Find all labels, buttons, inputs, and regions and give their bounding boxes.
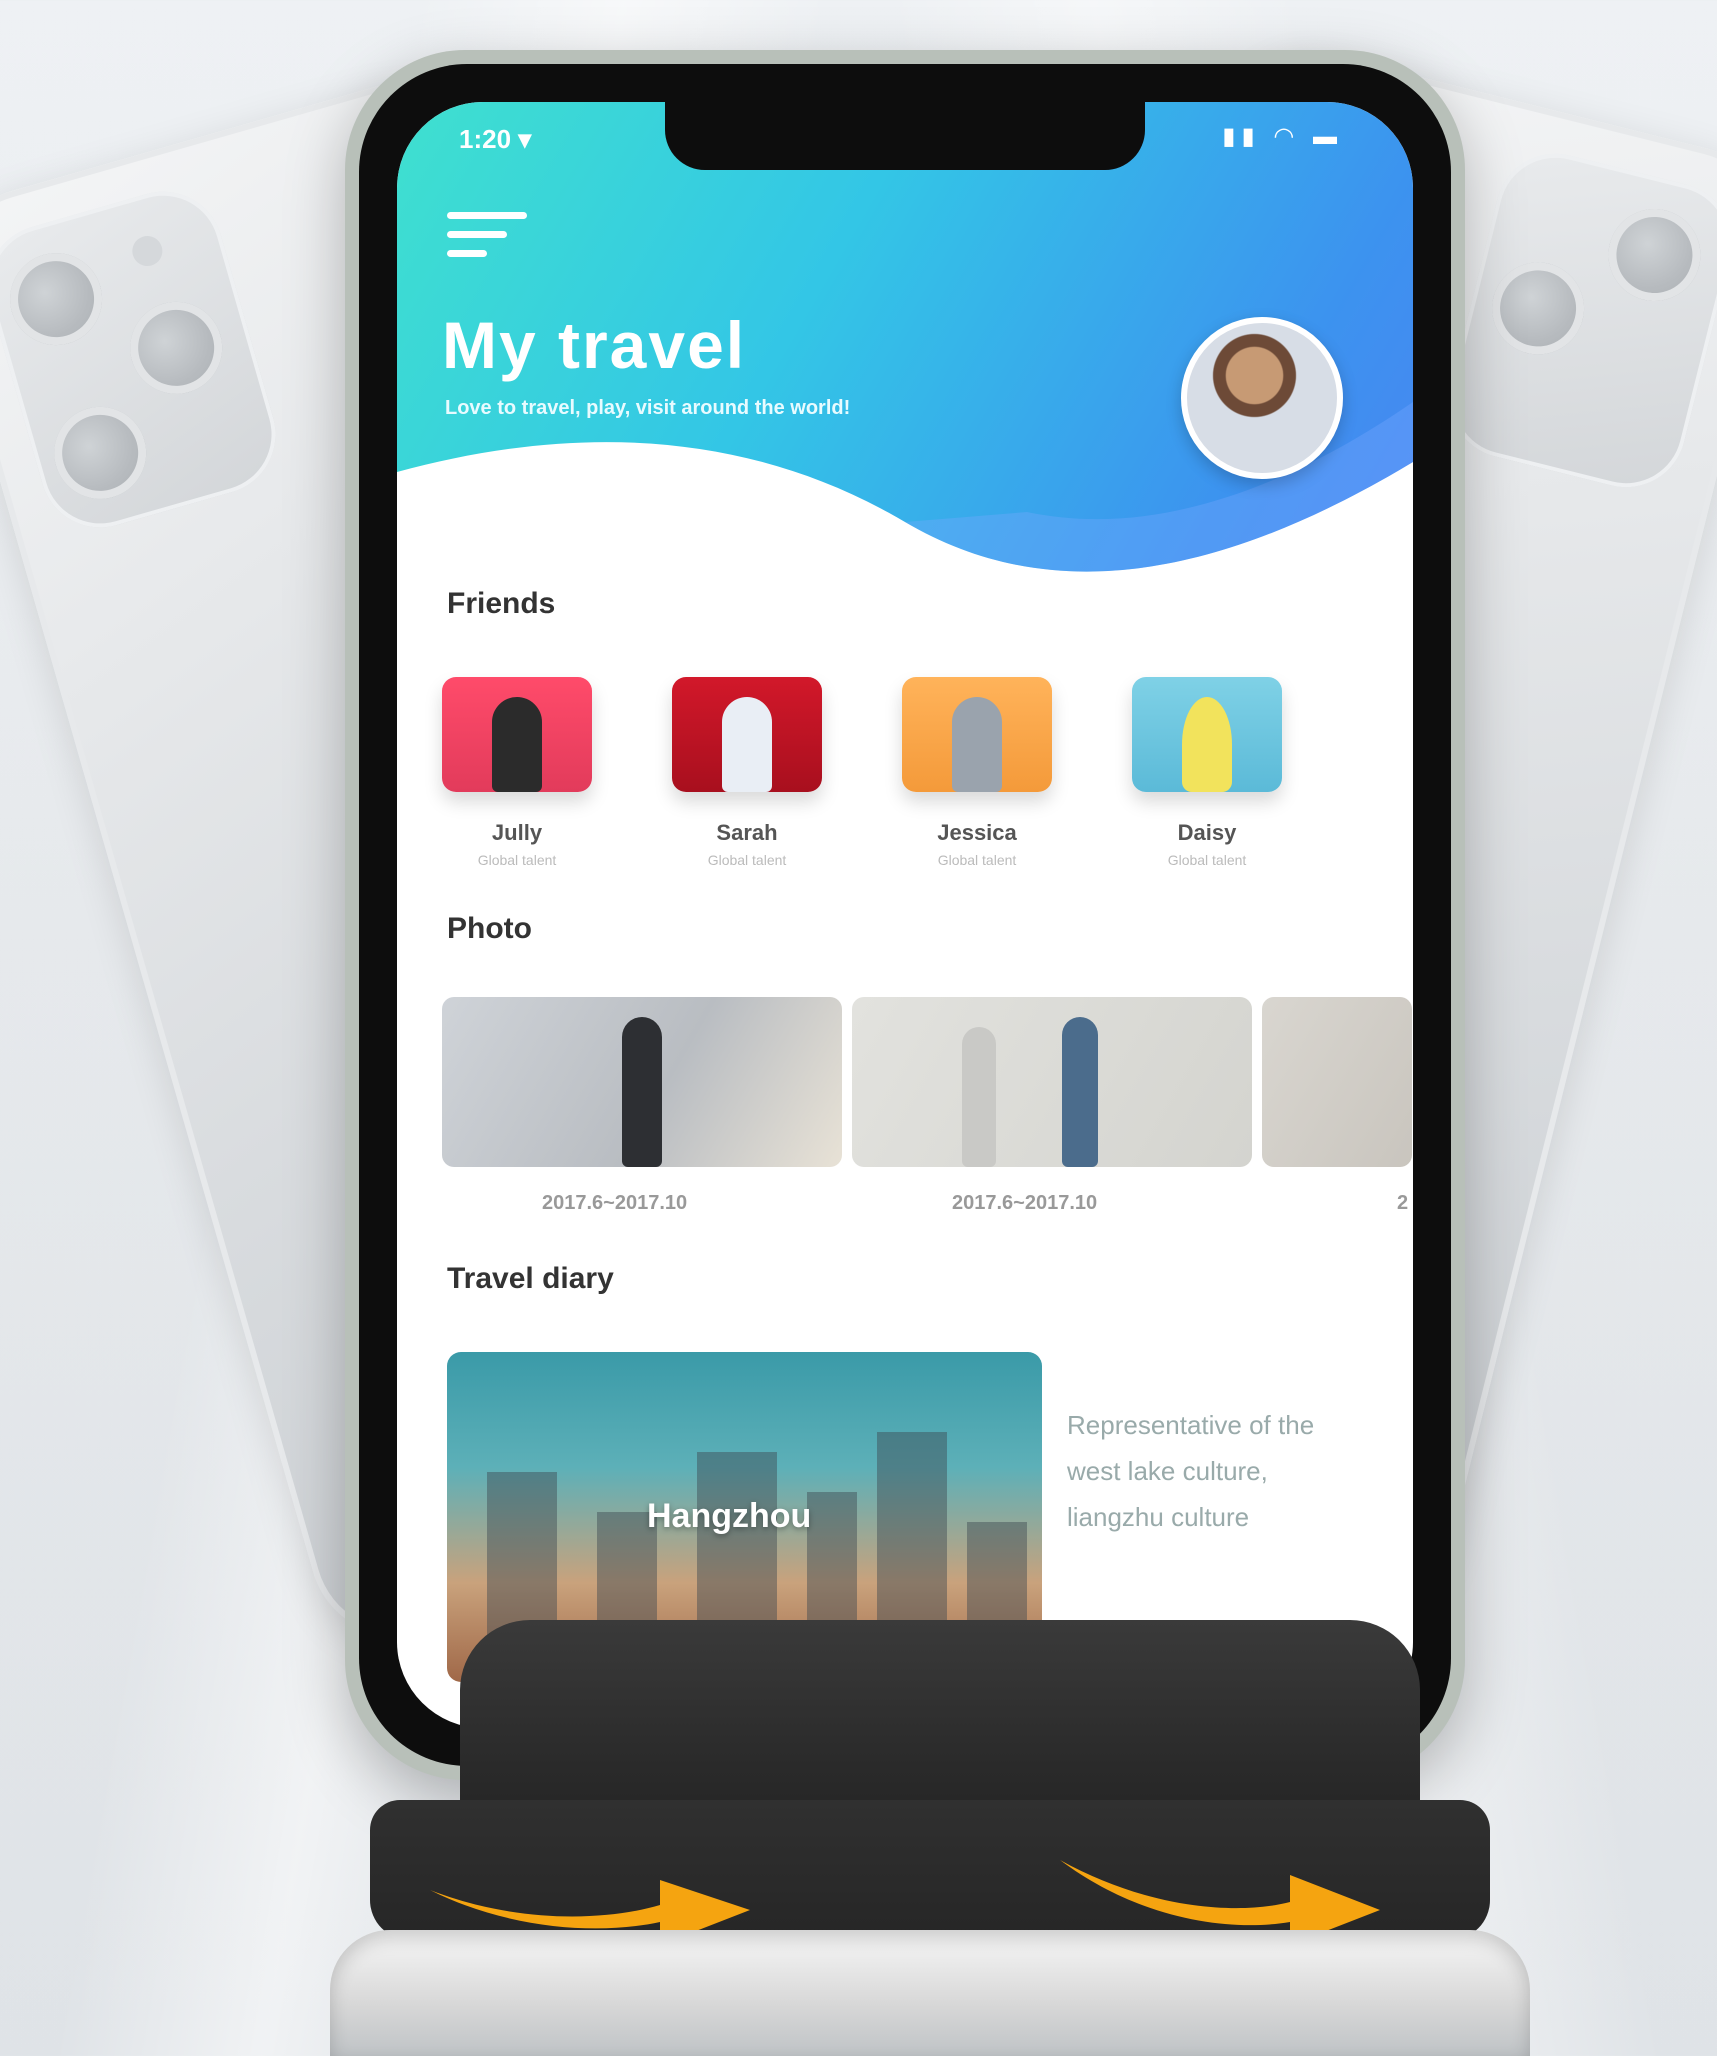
phone-screen: 1:20 ▾ ▮▮ ◠ ▬ My travel Love to travel, …	[397, 102, 1413, 1728]
menu-icon[interactable]	[447, 212, 537, 272]
friend-name: Jully	[491, 820, 543, 845]
camera-lens-icon	[0, 242, 113, 356]
photo-date: 2017.6~2017.10	[952, 1192, 1098, 1214]
friend-card-jully[interactable]: Jully Global talent	[437, 677, 597, 868]
photo-date: 2017.6~2017.10	[542, 1192, 688, 1214]
friend-name: Daisy	[1177, 820, 1237, 845]
flash-icon	[128, 232, 166, 270]
status-icons: ▮▮ ◠ ▬	[1222, 123, 1343, 150]
friend-name: Sarah	[716, 820, 778, 845]
avatar[interactable]	[1181, 317, 1343, 479]
friend-subtitle: Global talent	[937, 852, 1017, 868]
camera-lens-icon	[1598, 199, 1711, 311]
stand-base-ring	[330, 1930, 1530, 2056]
friend-card-daisy[interactable]: Daisy Global talent	[1127, 677, 1287, 868]
section-title-friends: Friends	[447, 587, 556, 620]
page-title: My travel	[442, 308, 747, 382]
page-subtitle: Love to travel, play, visit around the w…	[445, 397, 851, 419]
friend-photo	[902, 677, 1052, 792]
friend-subtitle: Global talent	[477, 852, 557, 868]
section-title-photo: Photo	[447, 912, 532, 945]
phone: 1:20 ▾ ▮▮ ◠ ▬ My travel Love to travel, …	[345, 50, 1465, 1780]
camera-bump	[0, 177, 290, 542]
friend-subtitle: Global talent	[707, 852, 787, 868]
friend-photo	[672, 677, 822, 792]
friend-card-sarah[interactable]: Sarah Global talent	[667, 677, 827, 868]
diary-label: Hangzhou	[647, 1497, 812, 1535]
photo-card[interactable]	[852, 997, 1252, 1167]
photo-card[interactable]	[1262, 997, 1412, 1167]
camera-bump	[1436, 141, 1717, 500]
notch	[665, 102, 1145, 170]
camera-lens-icon	[119, 290, 234, 405]
diary-description: Representative of the west lake culture,…	[1067, 1410, 1315, 1532]
camera-lens-icon	[1482, 252, 1594, 365]
status-time: 1:20 ▾	[459, 124, 532, 154]
friend-subtitle: Global talent	[1167, 852, 1247, 868]
camera-lens-icon	[43, 395, 158, 510]
friend-name: Jessica	[937, 820, 1017, 845]
section-title-travel-diary: Travel diary	[447, 1262, 614, 1295]
friend-card-jessica[interactable]: Jessica Global talent	[897, 677, 1057, 868]
phone-bezel: 1:20 ▾ ▮▮ ◠ ▬ My travel Love to travel, …	[359, 64, 1451, 1766]
friend-photo	[1132, 677, 1282, 792]
photo-date: 2	[1397, 1192, 1409, 1214]
friend-photo	[442, 677, 592, 792]
photo-card[interactable]	[442, 997, 842, 1167]
